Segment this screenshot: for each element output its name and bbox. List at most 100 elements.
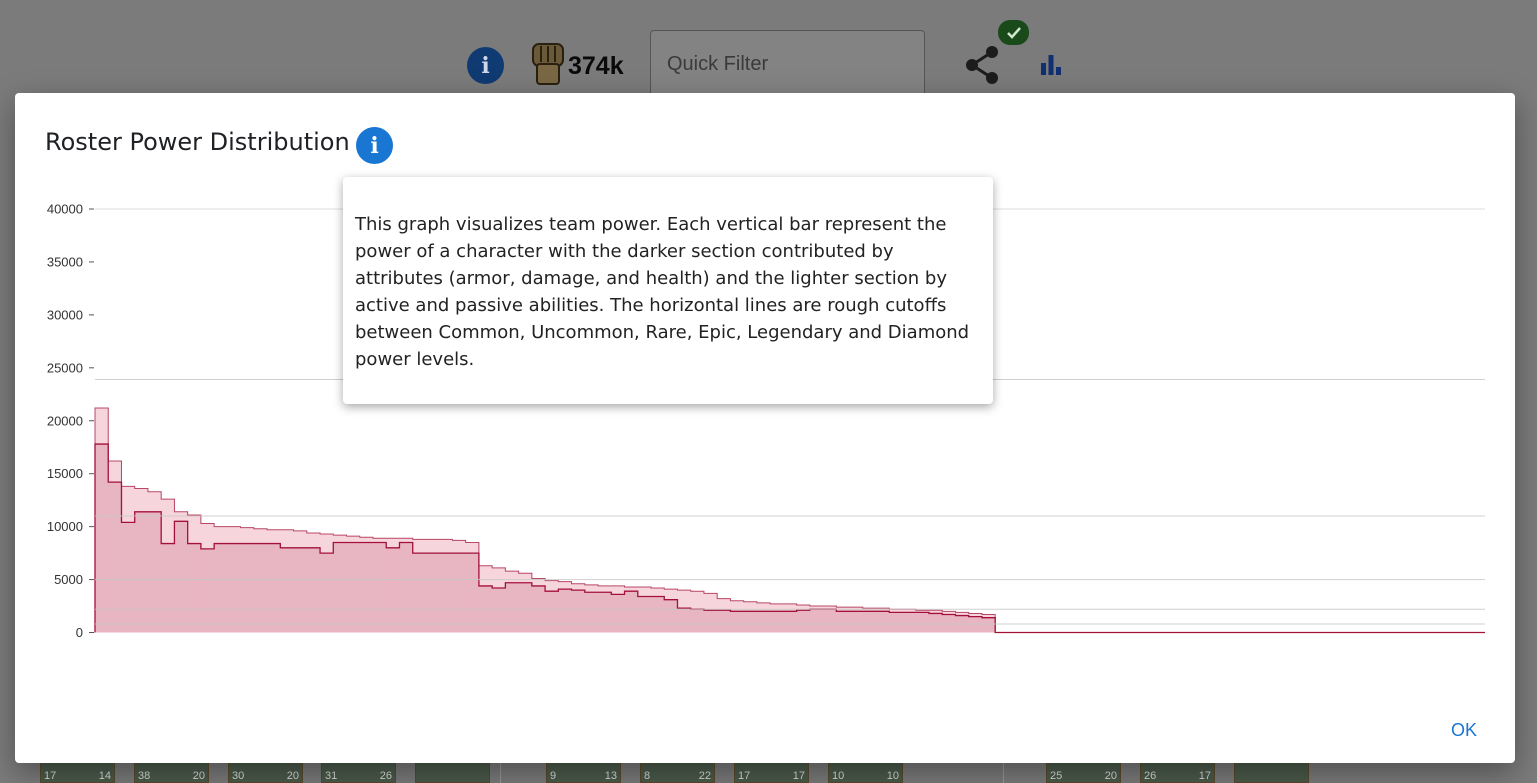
bar-attributes — [571, 590, 586, 633]
tile-stat-left: 25 — [1050, 770, 1063, 782]
tile-stat-left: 17 — [44, 770, 57, 782]
bar-attributes — [518, 582, 533, 633]
y-tick-label: 15000 — [47, 466, 83, 481]
tooltip-text: This graph visualizes team power. Each v… — [355, 214, 970, 370]
roster-tile[interactable]: 30 20 — [228, 762, 303, 783]
tile-stat-left: 31 — [325, 770, 338, 782]
bar-attributes — [862, 611, 877, 633]
tile-stat-right: 17 — [792, 770, 805, 782]
roster-tile[interactable]: 10 10 — [828, 762, 903, 783]
chart-help-tooltip: This graph visualizes team power. Each v… — [343, 177, 993, 404]
bar-attributes — [200, 548, 215, 633]
bar-attributes — [95, 444, 109, 633]
roster-tile[interactable]: 25 20 — [1046, 762, 1121, 783]
bar-attributes — [915, 612, 930, 633]
tile-stat-right: 22 — [698, 770, 711, 782]
bar-attributes — [425, 553, 440, 633]
bar-attributes — [637, 596, 652, 633]
bar-attributes — [280, 547, 294, 633]
bar-attributes — [743, 611, 758, 633]
y-tick-label: 30000 — [47, 307, 83, 322]
bar-attributes — [306, 547, 321, 633]
tile-stat-right: 13 — [604, 770, 617, 782]
bar-attributes — [611, 594, 625, 633]
bar-attributes — [651, 596, 665, 633]
share-icon[interactable] — [962, 44, 1002, 86]
y-tick-label: 0 — [76, 625, 83, 640]
y-tick-label: 20000 — [47, 413, 83, 428]
bar-attributes — [412, 553, 427, 633]
roster-tile[interactable]: 31 26 — [321, 762, 396, 783]
tile-stat-right: 26 — [379, 770, 392, 782]
app-toolbar: i 374k Quick Filter — [0, 0, 1537, 100]
bar-attributes — [267, 543, 281, 633]
y-tick-label: 5000 — [54, 572, 83, 587]
tile-stat-right: 10 — [886, 770, 899, 782]
bar-attributes — [439, 553, 453, 633]
tile-stat-right: 20 — [286, 770, 299, 782]
bar-attributes — [214, 543, 228, 633]
bar-attributes — [836, 611, 850, 633]
bar-attributes — [584, 592, 599, 633]
bar-attributes — [823, 609, 837, 633]
total-power: 374k — [568, 52, 624, 80]
bar-attributes — [240, 543, 255, 633]
tile-stat-left: 9 — [550, 770, 557, 782]
bar-attributes — [783, 611, 797, 633]
info-icon[interactable]: i — [467, 47, 504, 84]
bar-attributes — [545, 591, 559, 633]
bar-attributes — [134, 511, 149, 633]
bar-attributes — [492, 588, 506, 633]
bar-attributes — [558, 589, 572, 633]
tile-stat-left: 8 — [644, 770, 651, 782]
bar-attributes — [876, 611, 890, 633]
roster-tile[interactable]: 8 22 — [640, 762, 715, 783]
bar-attributes — [399, 542, 414, 633]
bar-attributes — [809, 609, 824, 633]
tile-stat-right: 20 — [1104, 770, 1117, 782]
roster-tile[interactable] — [415, 762, 490, 783]
tile-stat-right: 14 — [98, 770, 111, 782]
bar-attributes — [664, 599, 678, 633]
bar-attributes — [346, 542, 361, 633]
tile-stat-left: 17 — [738, 770, 751, 782]
bar-attributes — [108, 482, 122, 633]
roster-tile[interactable]: 26 17 — [1140, 762, 1215, 783]
roster-tiles: 17 14 38 20 30 20 31 26 9 13 8 22 17 17 10 10 25 20 26 17 — [0, 762, 1537, 783]
roster-tile[interactable]: 38 20 — [134, 762, 209, 783]
bar-attributes — [121, 522, 136, 633]
bar-attributes — [359, 542, 374, 633]
bar-attributes — [981, 617, 996, 633]
bar-attributes — [452, 553, 466, 633]
y-tick-label: 40000 — [47, 202, 83, 217]
quick-filter-input[interactable]: Quick Filter — [650, 30, 925, 100]
y-tick-label: 35000 — [47, 254, 83, 269]
roster-tile[interactable] — [1234, 762, 1309, 783]
bar-attributes — [756, 611, 771, 633]
y-tick-label: 25000 — [47, 360, 83, 375]
roster-tile[interactable]: 17 14 — [40, 762, 115, 783]
bar-attributes — [333, 542, 347, 633]
bar-attributes — [253, 543, 268, 633]
bar-attributes — [598, 592, 612, 633]
y-tick-label: 10000 — [47, 519, 83, 534]
tile-stat-right: 17 — [1198, 770, 1211, 782]
bar-attributes — [796, 610, 811, 633]
ok-button[interactable]: OK — [1439, 715, 1489, 745]
bar-attributes — [465, 553, 480, 633]
tile-stat-left: 10 — [832, 770, 845, 782]
roster-tile[interactable]: 17 17 — [734, 762, 809, 783]
bar-attributes — [730, 611, 744, 633]
tile-stat-left: 38 — [138, 770, 151, 782]
bar-attributes — [968, 616, 983, 633]
check-icon — [998, 20, 1029, 45]
roster-tile[interactable]: 9 13 — [546, 762, 621, 783]
bar-attributes — [386, 547, 400, 633]
bar-attributes — [902, 612, 917, 633]
fist-icon — [532, 43, 564, 85]
bar-attributes — [505, 582, 519, 633]
panel-divider — [500, 762, 501, 783]
bar-chart-icon[interactable] — [1040, 55, 1062, 75]
bar-attributes — [703, 610, 718, 633]
bar-attributes — [677, 608, 692, 633]
